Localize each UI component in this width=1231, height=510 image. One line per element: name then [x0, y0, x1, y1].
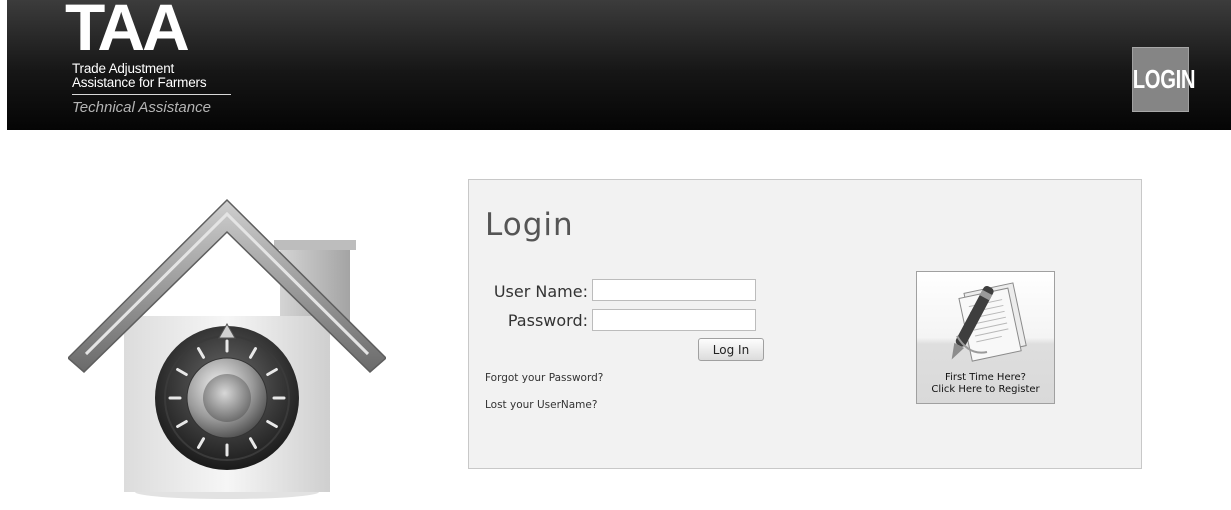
forgot-password-link[interactable]: Forgot your Password? — [485, 373, 603, 384]
password-input[interactable] — [592, 309, 756, 331]
log-in-button[interactable]: Log In — [698, 338, 764, 361]
logo-acronym: TAA — [65, 0, 190, 64]
logo-divider — [72, 94, 231, 95]
register-button[interactable]: First Time Here? Click Here to Register — [916, 271, 1055, 404]
header-login-button[interactable]: LOGIN — [1132, 47, 1195, 112]
logo-subtitle: Technical Assistance — [72, 99, 211, 116]
house-safe-icon — [66, 196, 388, 506]
username-label: User Name: — [493, 282, 588, 301]
documents-pen-icon — [951, 282, 1027, 362]
taa-logo[interactable]: TAA Trade Adjustment Assistance for Farm… — [63, 0, 243, 128]
lost-username-link[interactable]: Lost your UserName? — [485, 400, 597, 411]
top-banner: TAA Trade Adjustment Assistance for Farm… — [7, 0, 1231, 130]
username-input[interactable] — [592, 279, 756, 301]
login-title: Login — [485, 207, 574, 243]
register-line-2: Click Here to Register — [931, 384, 1040, 395]
login-panel: Login User Name: Password: Log In Forgot… — [468, 179, 1142, 469]
logo-line-2: Assistance for Farmers — [72, 75, 207, 90]
password-label: Password: — [507, 311, 588, 330]
register-line-1: First Time Here? — [945, 372, 1026, 383]
logo-line-1: Trade Adjustment — [72, 61, 175, 76]
